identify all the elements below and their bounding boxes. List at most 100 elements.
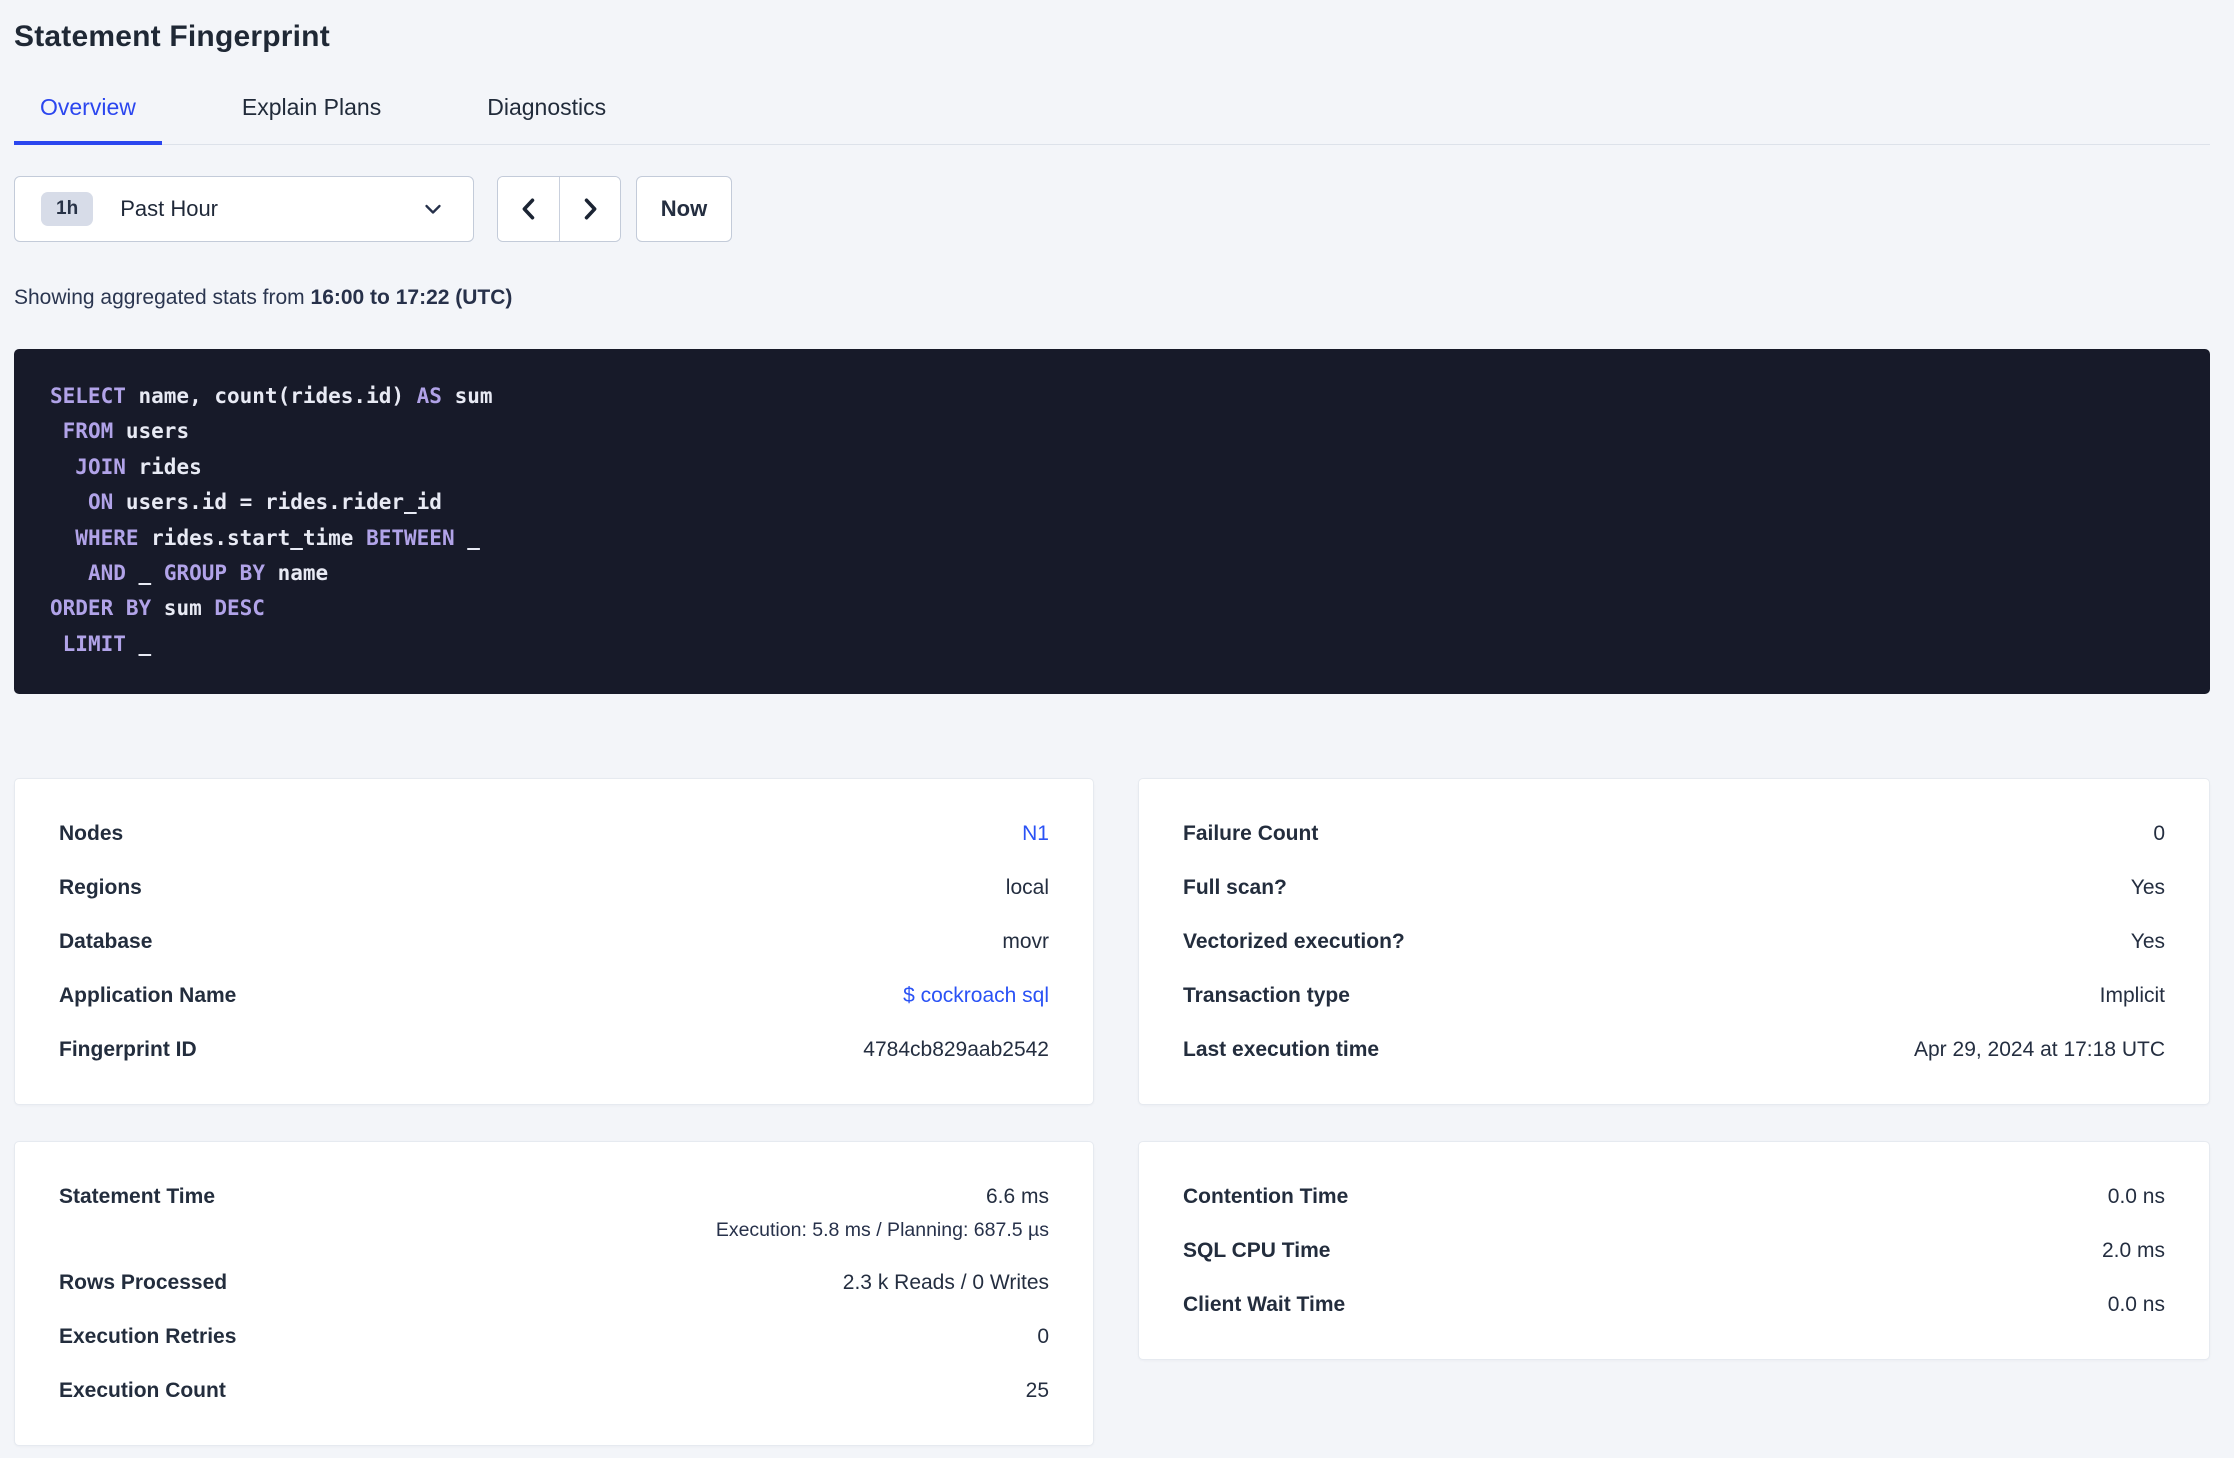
- stat-value-wrap: Yes: [1435, 927, 2165, 956]
- next-time-range-button[interactable]: [559, 177, 620, 241]
- stat-label: Nodes: [59, 822, 124, 845]
- page-title: Statement Fingerprint: [14, 20, 330, 53]
- stat-row: Failure Count 0: [1183, 819, 2165, 848]
- stat-value-wrap: Apr 29, 2024 at 17:18 UTC: [1409, 1035, 2165, 1064]
- sql-text: users: [113, 419, 190, 444]
- time-range-label: Past Hour: [120, 196, 219, 221]
- sql-text: _: [454, 525, 480, 550]
- sql-keyword: FROM: [62, 419, 114, 444]
- sql-line: ON users.id = rides.rider_id: [50, 485, 2174, 520]
- sql-statement-box: SELECT name, count(rides.id) AS sum FROM…: [14, 349, 2210, 694]
- stat-value-wrap: Implicit: [1380, 981, 2165, 1010]
- stat-value: Yes: [2130, 876, 2165, 899]
- stat-value-wrap: Yes: [1317, 873, 2165, 902]
- stat-row: Statement Time 6.6 ms Execution: 5.8 ms / …: [59, 1182, 1049, 1243]
- stat-value-wrap: 6.6 ms Execution: 5.8 ms / Planning: 687.…: [245, 1182, 1049, 1243]
- sql-keyword: SELECT: [50, 384, 126, 408]
- stat-value-wrap: 2.0 ms: [1360, 1236, 2165, 1265]
- stat-value-wrap: 2.3 k Reads / 0 Writes: [257, 1268, 1049, 1297]
- stat-row: Client Wait Time 0.0 ns: [1183, 1290, 2165, 1319]
- stat-row: Execution Count 25: [59, 1376, 1049, 1405]
- sql-keyword: DESC: [214, 596, 265, 621]
- time-range-dropdown[interactable]: 1h Past Hour: [14, 176, 474, 242]
- stat-label: Application Name: [59, 984, 237, 1007]
- chevron-down-icon: [421, 197, 445, 221]
- stat-value-wrap: 0: [1348, 819, 2165, 848]
- stat-label: Execution Count: [59, 1379, 226, 1402]
- stat-row: Fingerprint ID 4784cb829aab2542: [59, 1035, 1049, 1064]
- stat-row: Regions local: [59, 873, 1049, 902]
- stat-subvalue: Execution: 5.8 ms / Planning: 687.5 µs: [715, 1219, 1049, 1241]
- sql-text: rides.start_time: [138, 525, 367, 550]
- stat-value: Apr 29, 2024 at 17:18 UTC: [1914, 1038, 2165, 1061]
- stat-label: Rows Processed: [59, 1271, 228, 1294]
- stat-value: 0: [2153, 822, 2165, 845]
- stat-value: 0.0 ns: [2107, 1293, 2165, 1316]
- sql-text: _: [125, 561, 164, 586]
- tab-overview[interactable]: Overview: [14, 94, 162, 145]
- stat-row: Nodes N1: [59, 819, 1049, 848]
- stat-label: Execution Retries: [59, 1325, 237, 1348]
- stat-value-wrap: 4784cb829aab2542: [227, 1035, 1049, 1064]
- stat-value-wrap: N1: [153, 819, 1049, 848]
- stat-label: Vectorized execution?: [1183, 930, 1405, 953]
- sql-text: sum: [151, 596, 215, 621]
- stat-value: 2.0 ms: [2101, 1239, 2165, 1262]
- sql-keyword: AS: [416, 384, 442, 408]
- stats-line-range: 16:00 to 17:22 (UTC): [310, 286, 513, 309]
- stat-value: 4784cb829aab2542: [863, 1038, 1049, 1061]
- stat-value-wrap: movr: [182, 927, 1049, 956]
- aggregated-stats-line: Showing aggregated stats from 16:00 to 1…: [14, 286, 2210, 310]
- stat-value: 6.6 ms: [985, 1185, 1049, 1208]
- stat-row: Database movr: [59, 927, 1049, 956]
- stat-value-wrap: local: [172, 873, 1049, 902]
- stat-value-link[interactable]: $ cockroach sql: [903, 984, 1049, 1007]
- stat-label: Statement Time: [59, 1185, 215, 1208]
- stat-row: Application Name $ cockroach sql: [59, 981, 1049, 1010]
- now-button[interactable]: Now: [636, 176, 732, 242]
- sql-keyword: GROUP BY: [163, 561, 265, 586]
- stat-label: SQL CPU Time: [1183, 1239, 1331, 1262]
- chevron-left-icon: [515, 195, 543, 223]
- time-range-badge: 1h: [41, 192, 94, 226]
- sql-line: JOIN rides: [50, 450, 2174, 485]
- stat-row: Contention Time 0.0 ns: [1183, 1182, 2165, 1211]
- sql-text: rides: [125, 454, 202, 479]
- stat-value: movr: [1002, 930, 1049, 953]
- statement-timings-card: Statement Time 6.6 ms Execution: 5.8 ms / …: [14, 1141, 1094, 1446]
- sql-line: WHERE rides.start_time BETWEEN _: [50, 521, 2174, 556]
- stat-value: 0.0 ns: [2107, 1185, 2165, 1208]
- stat-label: Database: [59, 930, 153, 953]
- stat-label: Last execution time: [1183, 1038, 1380, 1061]
- stat-value: 0: [1037, 1325, 1049, 1348]
- stat-value-link[interactable]: N1: [1022, 822, 1049, 845]
- sql-keyword: ORDER BY: [50, 596, 152, 621]
- stats-line-prefix: Showing aggregated stats from: [14, 286, 311, 309]
- stat-value-wrap: 0.0 ns: [1375, 1290, 2165, 1319]
- stat-label: Contention Time: [1183, 1185, 1349, 1208]
- stat-label: Transaction type: [1183, 984, 1350, 1007]
- sql-line: SELECT name, count(rides.id) AS sum: [50, 379, 2174, 414]
- sql-line: FROM users: [50, 414, 2174, 449]
- stat-row: SQL CPU Time 2.0 ms: [1183, 1236, 2165, 1265]
- stat-value-wrap: $ cockroach sql: [266, 981, 1049, 1010]
- sql-keyword: ON: [87, 490, 114, 515]
- tab-explain-plans[interactable]: Explain Plans: [216, 94, 407, 145]
- sql-text: name, count(rides.id): [125, 384, 417, 408]
- tab-diagnostics[interactable]: Diagnostics: [461, 94, 632, 145]
- sql-text: _: [125, 631, 152, 656]
- stat-value-wrap: 25: [256, 1376, 1049, 1405]
- sql-line: ORDER BY sum DESC: [50, 591, 2174, 626]
- stat-value: Implicit: [2099, 984, 2165, 1007]
- stat-value: local: [1005, 876, 1049, 899]
- previous-time-range-button[interactable]: [498, 177, 559, 241]
- sql-text: name: [264, 561, 329, 586]
- sql-keyword: LIMIT: [62, 631, 126, 656]
- stat-label: Fingerprint ID: [59, 1038, 197, 1061]
- sql-code: SELECT name, count(rides.id) AS sum FROM…: [50, 379, 2174, 662]
- stat-label: Full scan?: [1183, 876, 1287, 899]
